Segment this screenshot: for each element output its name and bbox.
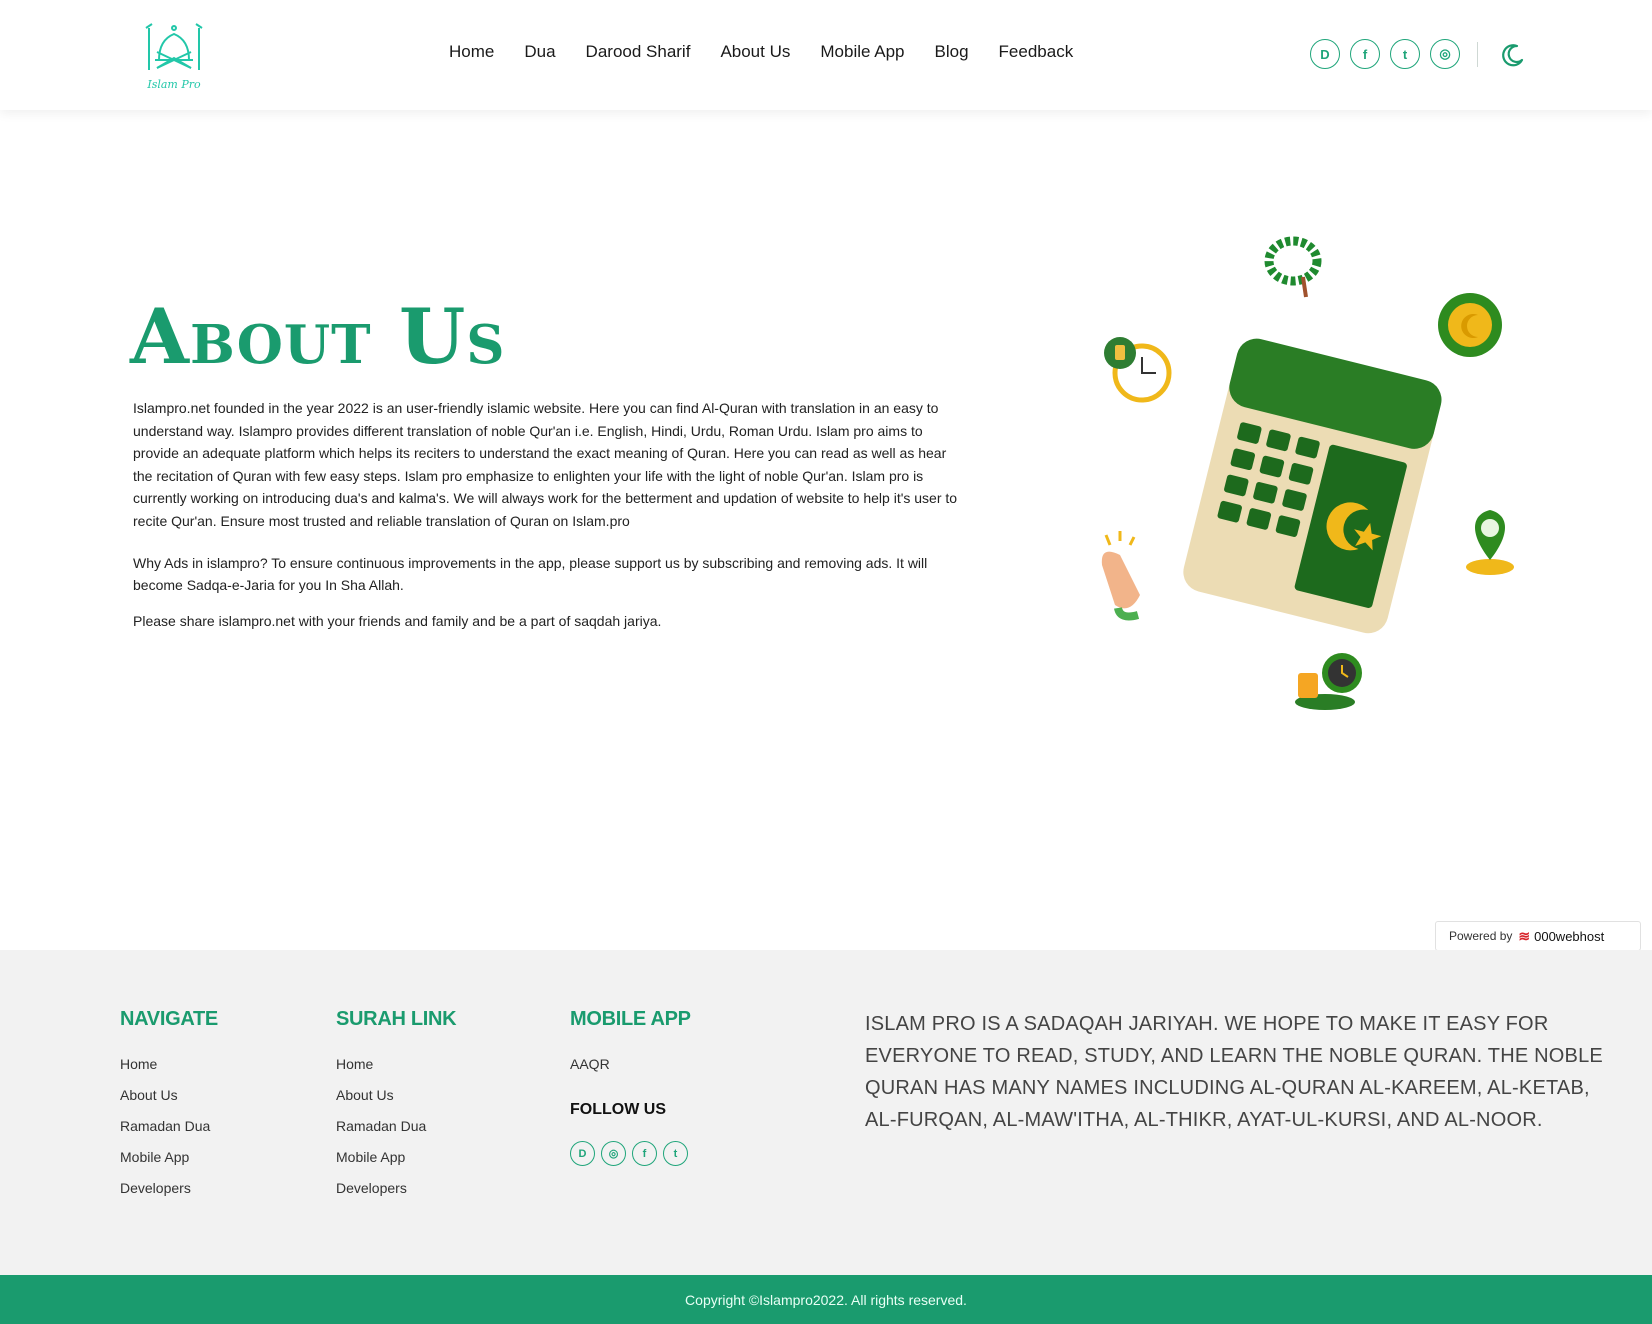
nav-about-us[interactable]: About Us bbox=[720, 42, 790, 62]
site-footer: NAVIGATE Home About Us Ramadan Dua Mobil… bbox=[0, 950, 1652, 1275]
header-social-links: D f t ◎ bbox=[1310, 39, 1460, 69]
praying-hands-icon bbox=[1101, 531, 1140, 621]
page-title: About Us bbox=[130, 292, 506, 381]
footer-app-link[interactable]: AAQR bbox=[570, 1056, 610, 1072]
footer-surah-link: SURAH LINK Home About Us Ramadan Dua Mob… bbox=[336, 1008, 457, 1211]
facebook-icon[interactable]: f bbox=[632, 1141, 657, 1166]
nav-darood-sharif[interactable]: Darood Sharif bbox=[586, 42, 691, 62]
nav-feedback[interactable]: Feedback bbox=[999, 42, 1074, 62]
about-paragraph-1: Islampro.net founded in the year 2022 is… bbox=[133, 400, 958, 529]
footer-navigate: NAVIGATE Home About Us Ramadan Dua Mobil… bbox=[120, 1008, 218, 1211]
svg-text:Islam Pro: Islam Pro bbox=[146, 78, 201, 91]
about-description: Islampro.net founded in the year 2022 is… bbox=[133, 397, 958, 651]
calendar-icon bbox=[1183, 338, 1442, 634]
footer-nav-link[interactable]: Home bbox=[120, 1056, 157, 1072]
prayer-beads-icon bbox=[1264, 236, 1322, 298]
site-header: Islam Pro Home Dua Darood Sharif About U… bbox=[0, 0, 1652, 110]
footer-surah-link-item[interactable]: Mobile App bbox=[336, 1149, 405, 1165]
about-paragraph-3: Please share islampro.net with your frie… bbox=[133, 612, 662, 629]
footer-surah-link-item[interactable]: Home bbox=[336, 1056, 373, 1072]
dailymotion-icon[interactable]: D bbox=[570, 1141, 595, 1166]
footer-nav-link[interactable]: Ramadan Dua bbox=[120, 1118, 210, 1134]
copyright-text: Copyright ©Islampro2022. All rights rese… bbox=[685, 1291, 967, 1308]
dailymotion-icon[interactable]: D bbox=[1310, 39, 1340, 69]
mosque-logo-icon: Islam Pro bbox=[145, 23, 203, 91]
twitter-icon[interactable]: t bbox=[1390, 39, 1420, 69]
about-paragraph-2: Why Ads in islampro? To ensure continuou… bbox=[133, 554, 928, 594]
footer-surah-link-item[interactable]: Developers bbox=[336, 1180, 407, 1196]
clock-lantern-icon bbox=[1104, 337, 1172, 403]
footer-nav-link[interactable]: About Us bbox=[120, 1087, 178, 1103]
islamic-calendar-illustration bbox=[1090, 225, 1530, 725]
footer-nav-link[interactable]: Developers bbox=[120, 1180, 191, 1196]
nav-dua[interactable]: Dua bbox=[524, 42, 555, 62]
copyright-bar: Copyright ©Islampro2022. All rights rese… bbox=[0, 1275, 1652, 1324]
footer-social-links: D ◎ f t bbox=[570, 1141, 691, 1166]
powered-by-badge[interactable]: Powered by ≋ 000webhost bbox=[1435, 921, 1641, 951]
moon-icon[interactable] bbox=[1500, 42, 1526, 68]
footer-mobile-app: MOBILE APP AAQR FOLLOW US D ◎ f t bbox=[570, 1008, 691, 1166]
nav-blog[interactable]: Blog bbox=[935, 42, 969, 62]
twitter-icon[interactable]: t bbox=[663, 1141, 688, 1166]
footer-mobile-app-title: MOBILE APP bbox=[570, 1008, 691, 1030]
follow-us-heading: FOLLOW US bbox=[570, 1101, 666, 1118]
instagram-icon[interactable]: ◎ bbox=[601, 1141, 626, 1166]
location-pin-icon bbox=[1466, 510, 1514, 575]
footer-navigate-title: NAVIGATE bbox=[120, 1008, 218, 1030]
crescent-coin-icon bbox=[1438, 293, 1502, 357]
footer-mission-statement: Islam Pro is a Sadaqah Jariyah. We hope … bbox=[865, 1013, 1603, 1131]
webhost-logo-icon: ≋ bbox=[1518, 927, 1531, 944]
footer-surah-title: SURAH LINK bbox=[336, 1008, 457, 1030]
facebook-icon[interactable]: f bbox=[1350, 39, 1380, 69]
nav-mobile-app[interactable]: Mobile App bbox=[820, 42, 904, 62]
powered-by-label: Powered by bbox=[1449, 929, 1513, 943]
webhost-brand-name: 000webhost bbox=[1534, 928, 1605, 944]
main-nav: Home Dua Darood Sharif About Us Mobile A… bbox=[449, 42, 1103, 62]
webhost-brand: ≋ 000webhost bbox=[1518, 928, 1604, 945]
footer-nav-link[interactable]: Mobile App bbox=[120, 1149, 189, 1165]
footer-surah-link-item[interactable]: About Us bbox=[336, 1087, 394, 1103]
iftar-plate-icon bbox=[1295, 653, 1362, 710]
nav-home[interactable]: Home bbox=[449, 42, 494, 62]
header-divider bbox=[1477, 42, 1478, 67]
footer-surah-link-item[interactable]: Ramadan Dua bbox=[336, 1118, 426, 1134]
instagram-icon[interactable]: ◎ bbox=[1430, 39, 1460, 69]
site-logo[interactable]: Islam Pro bbox=[143, 20, 205, 94]
